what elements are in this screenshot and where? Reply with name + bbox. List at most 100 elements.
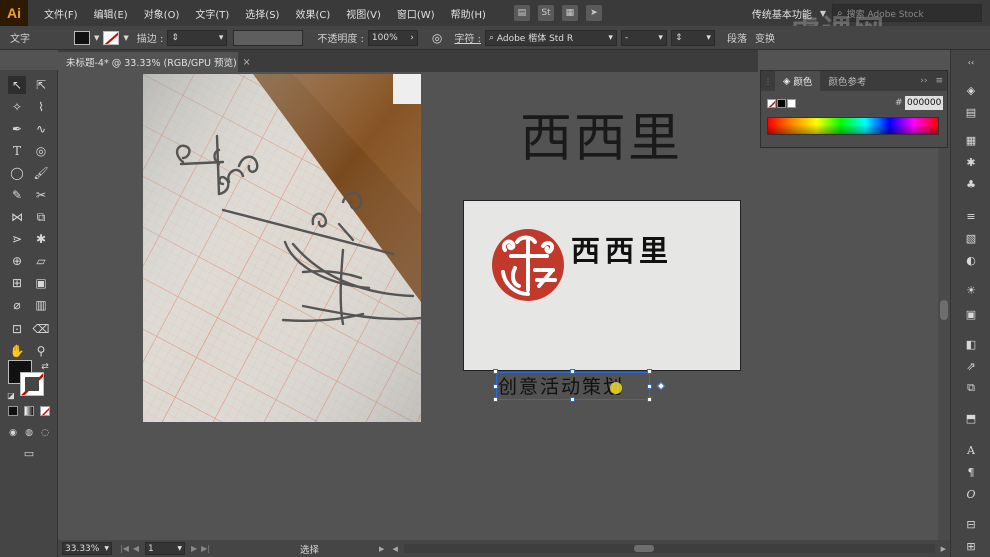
status-menu-icon[interactable]: ▶ [379,545,384,553]
variable-width-profile[interactable] [233,29,304,46]
heading-text[interactable]: 西西里 [520,108,690,170]
align-panel-icon[interactable]: ⊟ [963,516,979,532]
artboard-select[interactable]: 1 ▼ [145,542,186,555]
gradient-mode-swatch[interactable] [24,406,34,416]
paragraph-label[interactable]: 段落 [727,30,747,45]
asset-export-icon[interactable]: ⬒ [963,410,979,426]
horizontal-scroll-thumb[interactable] [633,545,654,552]
business-card[interactable]: 西西里 [463,200,741,371]
color-panel-icon[interactable]: ◈ [963,82,979,98]
character-panel-icon[interactable]: A [963,442,979,458]
paintbrush-tool-icon[interactable]: 🖌 [32,164,50,182]
swap-fill-stroke-icon[interactable]: ⇄ [36,358,54,376]
paragraph-panel-icon[interactable]: ¶ [963,464,979,480]
font-size-stepper[interactable]: ⇕ ▾ [670,29,715,46]
appearance-icon[interactable]: ☀ [963,282,979,298]
eraser-tool-icon[interactable]: ⌫ [32,320,50,338]
lasso-tool-icon[interactable]: ⌇ [32,98,50,116]
white-swatch[interactable] [787,99,796,108]
selection-handle[interactable] [647,384,652,389]
scissors-tool-icon[interactable]: ✂ [32,186,50,204]
collapse-panel-icon[interactable]: ›› [916,76,931,86]
chevron-down-icon[interactable]: ▼ [123,34,128,42]
transparency-icon[interactable]: ◐ [963,252,979,268]
menu-window[interactable]: 窗口(W) [389,6,443,21]
none-mode-swatch[interactable] [40,406,50,416]
perspective-grid-tool-icon[interactable]: ▱ [32,252,50,270]
horizontal-scrollbar[interactable] [403,544,935,553]
screen-mode-icon[interactable]: ▭ [20,444,38,462]
selection-tool-icon[interactable]: ↖ [8,76,26,94]
selection-handle[interactable] [570,397,575,402]
menu-edit[interactable]: 编辑(E) [86,6,136,21]
collapse-dock-icon[interactable]: ‹‹ [963,54,979,70]
stock-search[interactable]: ⌕ 搜索 Adobe Stock [832,4,982,22]
curvature-tool-icon[interactable]: ∿ [32,120,50,138]
color-spectrum[interactable] [767,117,939,135]
hand-tool-icon[interactable]: ✋ [8,342,26,360]
ellipse-tool-icon[interactable]: ◯ [8,164,26,182]
gradient-tool-icon[interactable]: ▣ [32,274,50,292]
brushes-icon[interactable]: ✱ [963,154,979,170]
opacity-input[interactable]: 100% › [367,29,418,46]
bridge-icon[interactable]: ▤ [513,5,530,21]
search-input[interactable]: 搜索 Adobe Stock [847,7,924,20]
font-family-select[interactable]: ⌕ Adobe 楷体 Std R ▾ [484,29,617,46]
artboard-tool-icon[interactable]: ⊡ [8,320,26,338]
none-swatch[interactable] [767,99,776,108]
spiral-tool-icon[interactable]: ◎ [32,142,50,160]
text-thread-port[interactable] [656,381,666,391]
transform-label[interactable]: 变换 [755,30,775,45]
current-tool-status[interactable]: 选择 [300,542,319,556]
character-label[interactable]: 字符 : [454,30,481,45]
vertical-scroll-thumb[interactable] [940,300,948,320]
selection-handle[interactable] [570,369,575,374]
previous-artboard-icon[interactable]: ◀ [133,544,139,553]
pen-tool-icon[interactable]: ✒ [8,120,26,138]
selection-handle[interactable] [493,369,498,374]
graphic-styles-icon[interactable]: ▣ [963,306,979,322]
stroke-weight-stepper[interactable]: ⇕ ▾ [167,29,228,46]
menu-help[interactable]: 帮助(H) [443,6,494,21]
puppet-warp-tool-icon[interactable]: ✱ [32,230,50,248]
stock-icon[interactable]: St [537,5,554,21]
mesh-tool-icon[interactable]: ⊞ [8,274,26,292]
menu-select[interactable]: 选择(S) [237,6,287,21]
panel-menu-icon[interactable]: ≡ [931,76,947,86]
black-swatch[interactable] [777,99,786,108]
selection-handle[interactable] [647,397,652,402]
tagline-text[interactable]: 创意活动策划 [493,369,666,402]
recolor-icon[interactable]: ◎ [432,31,442,45]
selection-handle[interactable] [493,397,498,402]
stroke-panel-icon[interactable]: ≡ [963,208,979,224]
send-icon[interactable]: ➤ [585,5,602,21]
eyedropper-tool-icon[interactable]: ⌀ [8,296,26,314]
width-tool-icon[interactable]: ⋗ [8,230,26,248]
document-tab[interactable]: 未标题-4* @ 33.33% (RGB/GPU 预览) × [58,52,251,72]
chevron-down-icon[interactable]: ▼ [94,34,99,42]
opentype-icon[interactable]: O [963,486,979,502]
scroll-right-icon[interactable]: ▶ [941,545,946,553]
magic-wand-tool-icon[interactable]: ✧ [8,98,26,116]
artboards-icon[interactable]: ⧉ [963,380,979,396]
next-artboard-icon[interactable]: ▶ [191,544,197,553]
scroll-left-icon[interactable]: ◀ [392,545,397,553]
last-artboard-icon[interactable]: ▶| [201,544,210,553]
default-fill-stroke-icon[interactable]: ◪ [2,386,20,404]
symbols-icon[interactable]: ♣ [963,176,979,192]
zoom-select[interactable]: 33.33% ▼ [62,542,112,555]
menu-effect[interactable]: 效果(C) [287,6,338,21]
gradient-panel-icon[interactable]: ▧ [963,230,979,246]
swatches-icon[interactable]: ▦ [963,132,979,148]
graph-tool-icon[interactable]: ▥ [32,296,50,314]
scale-tool-icon[interactable]: ⧉ [32,208,50,226]
menu-object[interactable]: 对象(O) [136,6,188,21]
type-tool-icon[interactable]: T [8,142,26,160]
color-guide-icon[interactable]: ▤ [963,104,979,120]
workspace-switcher[interactable]: 传统基本功能 [744,6,820,21]
fill-swatch[interactable] [74,30,90,45]
tab-color-guide[interactable]: 颜色参考 [820,71,874,91]
menu-file[interactable]: 文件(F) [36,6,86,21]
panel-grip-icon[interactable]: ⋮ [761,77,775,86]
shaper-tool-icon[interactable]: ✎ [8,186,26,204]
